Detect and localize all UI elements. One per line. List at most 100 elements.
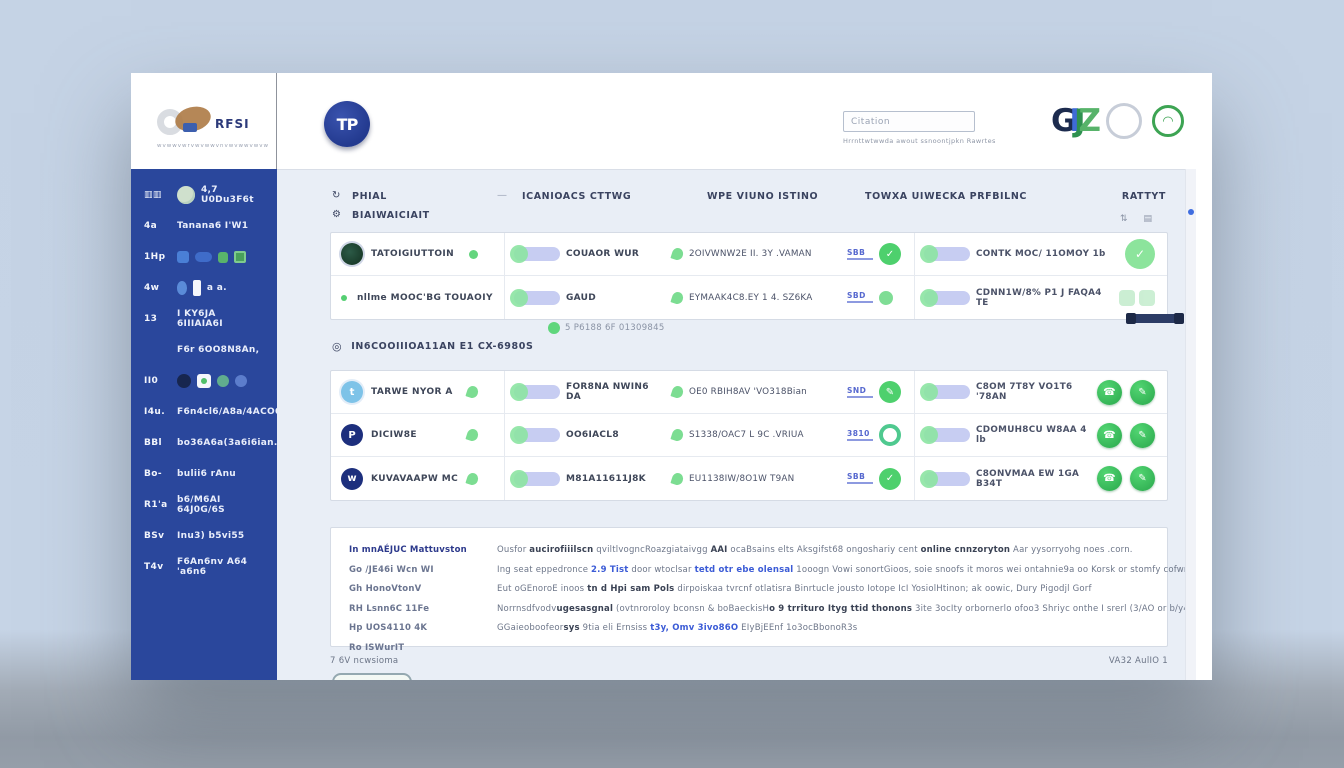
- edit-button[interactable]: ✎: [1130, 380, 1155, 405]
- sidebar-item-label: bo36A6a(3a6i6ian.: [177, 438, 263, 448]
- row-right-label: C8OM 7T8Y VO1T6 '78AN: [976, 382, 1091, 402]
- table-row[interactable]: P DICIW8E OO6IACL8 S1338/OAC7 L 9C .VRIU…: [331, 414, 1167, 457]
- row-mid-label: FOR8NA NWIN6 DA: [566, 382, 666, 402]
- toggle-pill-icon[interactable]: [514, 428, 560, 442]
- row-name: DICIW8E: [371, 430, 417, 440]
- toggle-pill-icon[interactable]: [514, 472, 560, 486]
- brand-chip-icon: [183, 123, 197, 132]
- toggle-pill-icon[interactable]: [924, 247, 970, 261]
- footer-left-label: 7 6V ncwsioma: [330, 656, 398, 666]
- status-ring-icon[interactable]: ◠: [1152, 105, 1184, 137]
- table-row[interactable]: TATOIGIUTTOIN COUAOR WUR 2OIVWNW2E II. 3…: [331, 233, 1167, 276]
- sidebar-item-apps[interactable]: 1Hp: [144, 247, 271, 267]
- notes-list-item: Hp UOS4110 4K: [349, 619, 497, 639]
- column-header: PHIAL: [352, 191, 387, 202]
- row-avatar-icon: t: [341, 381, 363, 403]
- row-avatar-icon: P: [341, 424, 363, 446]
- sidebar-item-11[interactable]: BSv Inu3) b5vi55: [144, 526, 271, 546]
- sidebar-item-1[interactable]: 4a Tanana6 I'W1: [144, 216, 271, 236]
- row-tag: SND: [847, 387, 873, 398]
- integration-green-icon: [217, 375, 229, 387]
- toggle-pill-icon[interactable]: [514, 247, 560, 261]
- confirm-button[interactable]: ✓: [1125, 239, 1155, 269]
- sidebar-item-profile[interactable]: ▥▥ 4,7 U0Du3F6t: [144, 185, 271, 205]
- check-icon: ✓: [879, 468, 901, 490]
- app-green-icon: [218, 252, 228, 263]
- notes-list-item: In mnAÉJUC Mattuvston: [349, 541, 497, 561]
- edit-button[interactable]: ✎: [1130, 466, 1155, 491]
- leaf-icon: [670, 247, 684, 262]
- edit-button[interactable]: ✎: [1130, 423, 1155, 448]
- sidebar-item-12[interactable]: T4v F6An6nv A64 'a6n6: [144, 557, 271, 577]
- column-header: ICANIOACS CTTWG: [522, 191, 631, 202]
- sidebar-item-glyph: 4w: [144, 283, 177, 293]
- sidebar-item-glyph: R1'a: [144, 500, 177, 510]
- chip-label: 5 P6188 6F 01309845: [565, 323, 665, 333]
- sidebar-item-7[interactable]: I4u. F6n4cl6/A8a/4ACO6S: [144, 402, 271, 422]
- row-name: nllme MOOC'BG TOUAOIY: [357, 293, 493, 303]
- table-row[interactable]: t TARWE NYOR A FOR8NA NWIN6 DA OE0 RBIH8…: [331, 371, 1167, 414]
- integration-card-icon: [197, 374, 211, 388]
- row-mid-text: EU1138IW/8O1W T9AN: [689, 474, 841, 484]
- status-dot-icon: [341, 295, 347, 301]
- table-row[interactable]: nllme MOOC'BG TOUAOIY GAUD EYMAAK4C8.EY …: [331, 276, 1167, 319]
- cutoff-button[interactable]: [332, 673, 412, 680]
- table-row[interactable]: w KUVAVAAPW MC M81A11611J8K EU1138IW/8O1…: [331, 457, 1167, 500]
- call-button[interactable]: ☎: [1097, 380, 1122, 405]
- sidebar-item-label: I KY6JA 6IIIAIA6I: [177, 309, 263, 329]
- call-button[interactable]: ☎: [1097, 466, 1122, 491]
- grid-icon: ▥▥: [144, 190, 177, 200]
- ghost-icon: [1119, 290, 1135, 306]
- sidebar-item-label: F6n4cl6/A8a/4ACO6S: [177, 407, 263, 417]
- chip-dot-icon: [548, 322, 560, 334]
- horizontal-scrollbar-thumb[interactable]: [1128, 314, 1182, 323]
- leaf-icon: [670, 290, 684, 305]
- sidebar-item-integrations[interactable]: II0: [144, 371, 271, 391]
- leaf-icon: [670, 428, 684, 443]
- app-pill-icon: [195, 252, 212, 262]
- pending-icons: [1119, 290, 1155, 306]
- sidebar-item-tools[interactable]: 4w a a.: [144, 278, 271, 298]
- tool-circle-icon: [177, 281, 187, 295]
- sidebar-item-glyph: II0: [144, 376, 177, 386]
- ring-status-icon: [879, 424, 901, 446]
- toggle-pill-icon[interactable]: [514, 291, 560, 305]
- table-header: ↻ PHIAL ⚙ BIAIWAICIAIT — ICANIOACS CTTWG…: [330, 184, 1168, 232]
- sidebar-item-4[interactable]: 13 I KY6JA 6IIIAIA6I: [144, 309, 271, 329]
- sidebar-item-glyph: Bo-: [144, 469, 177, 479]
- count-chip: 5 P6188 6F 01309845: [548, 322, 665, 334]
- column-header: RATTYT: [1122, 191, 1166, 202]
- toggle-pill-icon[interactable]: [514, 385, 560, 399]
- row-tag: SBB: [847, 249, 873, 260]
- row-mid-label: OO6IACL8: [566, 430, 666, 440]
- toggle-pill-icon[interactable]: [924, 291, 970, 305]
- app-blue-icon: [177, 251, 189, 263]
- ghost-icon: [1139, 290, 1155, 306]
- app-logo: TP: [324, 101, 370, 147]
- sidebar-item-8[interactable]: BBl bo36A6a(3a6i6ian.: [144, 433, 271, 453]
- toggle-pill-icon[interactable]: [924, 428, 970, 442]
- sidebar-item-glyph: BSv: [144, 531, 177, 541]
- menu-icon[interactable]: ▤: [1143, 214, 1152, 224]
- table-group-2: t TARWE NYOR A FOR8NA NWIN6 DA OE0 RBIH8…: [330, 370, 1168, 501]
- avatar-ring-icon[interactable]: [1106, 103, 1142, 139]
- sidebar-item-label: bulii6 rAnu: [177, 469, 263, 479]
- sidebar-item-10[interactable]: R1'a b6/M6AI 64J0G/6S: [144, 495, 271, 515]
- row-avatar-icon: w: [341, 468, 363, 490]
- column-header: BIAIWAICIAIT: [352, 210, 430, 221]
- sidebar-item-5[interactable]: F6r 6OO8N8An,: [144, 340, 271, 360]
- row-right-label: C8ONVMAA EW 1GA B34T: [976, 469, 1091, 489]
- call-button[interactable]: ☎: [1097, 423, 1122, 448]
- toggle-pill-icon[interactable]: [924, 472, 970, 486]
- search-input[interactable]: Citation: [843, 111, 975, 132]
- leaf-icon: [465, 428, 479, 443]
- status-dot-icon: [469, 250, 478, 259]
- sidebar-item-9[interactable]: Bo- bulii6 rAnu: [144, 464, 271, 484]
- sort-icon[interactable]: ⇅: [1120, 214, 1128, 224]
- app-window: RFSI wvwwvwrvwvwwvnvwvwwvwvw ▥▥ 4,7 U0Du…: [131, 73, 1212, 680]
- target-icon: ◎: [332, 340, 342, 353]
- vertical-scrollbar-thumb[interactable]: [1188, 209, 1194, 215]
- sidebar-item-label: Inu3) b5vi55: [177, 531, 263, 541]
- toggle-pill-icon[interactable]: [924, 385, 970, 399]
- vertical-scrollbar-track[interactable]: [1185, 169, 1196, 680]
